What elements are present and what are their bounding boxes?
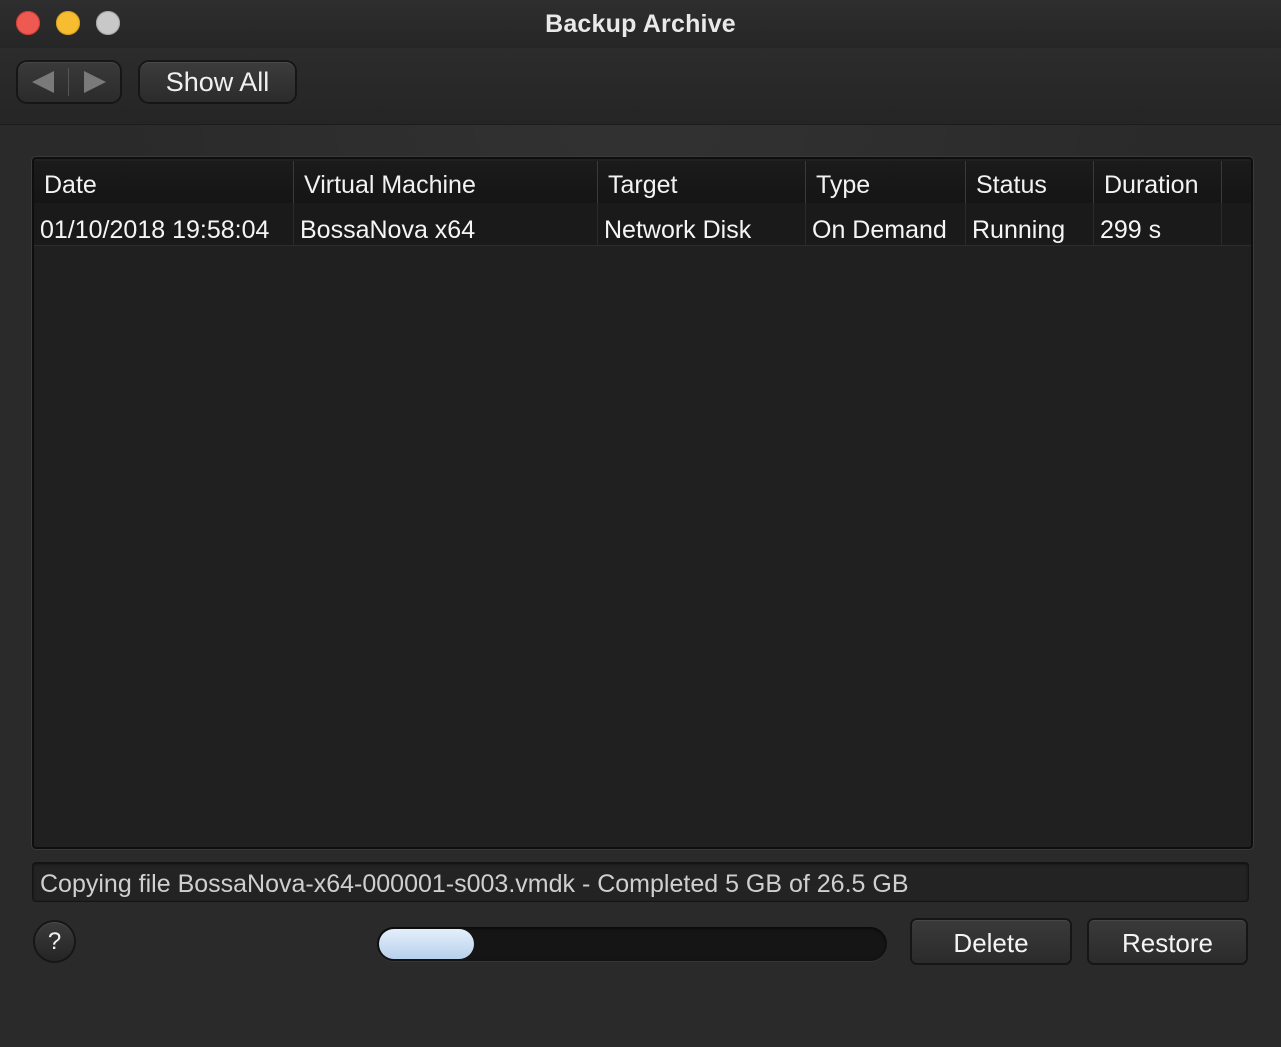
backup-archive-window: Backup Archive Show All Date Virtual Mac… (0, 0, 1281, 1047)
navigation-button-group (18, 62, 120, 102)
forward-arrow-icon (84, 71, 106, 93)
table-header: Date Virtual Machine Target Type Status … (34, 161, 1251, 203)
table-row[interactable]: 01/10/2018 19:58:04 BossaNova x64 Networ… (34, 203, 1251, 245)
row-divider (34, 245, 1251, 246)
delete-button[interactable]: Delete (912, 920, 1070, 963)
window-title: Backup Archive (545, 10, 736, 38)
column-header-filler (1222, 161, 1251, 203)
progress-bar (377, 927, 887, 961)
column-header-target[interactable]: Target (598, 161, 806, 203)
cell-target: Network Disk (598, 203, 806, 245)
cell-duration: 299 s (1094, 203, 1222, 245)
forward-button[interactable] (70, 62, 120, 102)
nav-divider (68, 68, 69, 96)
progress-bar-fill (379, 929, 474, 959)
cell-virtual-machine: BossaNova x64 (294, 203, 598, 245)
status-message: Copying file BossaNova-x64-000001-s003.v… (32, 862, 1249, 902)
cell-type: On Demand (806, 203, 966, 245)
restore-button[interactable]: Restore (1089, 920, 1246, 963)
help-button[interactable]: ? (35, 922, 74, 961)
cell-filler (1222, 203, 1251, 245)
column-header-type[interactable]: Type (806, 161, 966, 203)
cell-date: 01/10/2018 19:58:04 (34, 203, 294, 245)
column-header-date[interactable]: Date (34, 161, 294, 203)
back-arrow-icon (32, 71, 54, 93)
title-bar[interactable]: Backup Archive (0, 0, 1281, 49)
column-header-status[interactable]: Status (966, 161, 1094, 203)
column-header-virtual-machine[interactable]: Virtual Machine (294, 161, 598, 203)
back-button[interactable] (18, 62, 68, 102)
backup-table[interactable]: Date Virtual Machine Target Type Status … (32, 157, 1253, 849)
toolbar: Show All (0, 48, 1281, 125)
cell-status: Running (966, 203, 1094, 245)
show-all-button[interactable]: Show All (140, 62, 295, 102)
column-header-duration[interactable]: Duration (1094, 161, 1222, 203)
